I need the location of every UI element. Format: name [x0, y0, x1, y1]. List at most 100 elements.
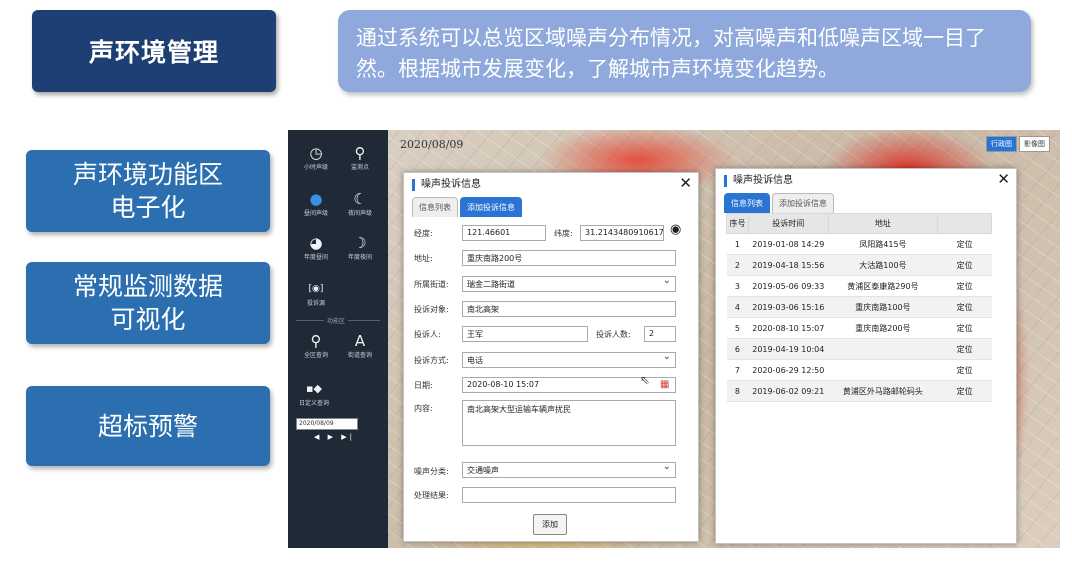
sidebar-item-label: 小时声级 — [303, 164, 328, 171]
locate-link[interactable]: 定位 — [937, 233, 992, 255]
longitude-field[interactable]: 121.46601 — [462, 225, 546, 241]
street-select[interactable]: 瑞金二路街道 — [462, 276, 676, 292]
address-label: 地址: — [414, 254, 433, 263]
row-number: 2 — [726, 254, 749, 276]
row-address: 重庆南路100号 — [828, 296, 938, 318]
sidebar: ◷ 小时声级 ⚲ 监测点 ● 昼间声级 ☾ 夜间声级 ◕ 年度昼间 ☽ 年度夜间 — [288, 130, 388, 548]
area-search-icon: ⚲ — [310, 332, 322, 350]
locate-link[interactable]: 定位 — [937, 275, 992, 297]
row-time: 2020-06-29 12:50 — [748, 359, 829, 381]
row-address: 黄浦区外马路邮轮码头 — [828, 380, 938, 402]
locate-link[interactable]: 定位 — [937, 359, 992, 381]
row-time: 2019-04-19 10:04 — [748, 338, 829, 360]
complainant-label: 投诉人: — [414, 330, 441, 339]
target-field[interactable]: 南北高架 — [462, 301, 676, 317]
row-number: 4 — [726, 296, 749, 318]
sidebar-item-day-level[interactable]: ● 昼间声级 — [292, 190, 340, 217]
row-time: 2019-01-08 14:29 — [748, 233, 829, 255]
feature-line: 超标预警 — [97, 411, 198, 441]
calendar-icon[interactable]: ▦ — [660, 379, 669, 390]
column-header: 地址 — [827, 213, 939, 234]
dialog-tabs: 信息列表 添加投诉信息 — [412, 197, 522, 217]
sidebar-item-label: 监测点 — [350, 164, 369, 171]
close-icon[interactable]: ✕ — [679, 174, 692, 192]
sidebar-item-complaint-source[interactable]: [◉] 投诉源 — [292, 280, 340, 307]
sidebar-item-area-search[interactable]: ⚲ 全区查询 — [292, 332, 340, 359]
feature-line: 常规监测数据 — [72, 272, 223, 301]
street-search-icon: A — [354, 332, 366, 350]
count-field[interactable]: 2 — [644, 326, 676, 342]
method-label: 投诉方式: — [414, 356, 449, 365]
column-header: 序号 — [726, 213, 749, 234]
layer-satellite-button[interactable]: 影像图 — [1019, 136, 1050, 152]
locate-link[interactable]: 定位 — [937, 317, 992, 339]
dialog-tabs: 信息列表 添加投诉信息 — [724, 193, 834, 213]
content-textarea[interactable]: 南北高架大型运输车辆声扰民 — [462, 400, 676, 446]
result-field[interactable] — [462, 487, 676, 503]
sidebar-item-label: 日定义查询 — [298, 400, 329, 407]
sidebar-item-label: 昼间声级 — [303, 210, 328, 217]
table-row[interactable]: 5 2020-08-10 15:07 重庆南路200号 定位 — [726, 317, 992, 339]
sidebar-item-monitor-point[interactable]: ⚲ 监测点 — [336, 144, 384, 171]
table-row[interactable]: 1 2019-01-08 14:29 凤阳路415号 定位 — [726, 233, 992, 255]
custom-query-icon: ▪◆ — [306, 382, 322, 395]
locate-link[interactable]: 定位 — [937, 338, 992, 360]
add-button[interactable]: 添加 — [533, 514, 567, 535]
table-row[interactable]: 3 2019-05-06 09:33 黄浦区泰康路290号 定位 — [726, 275, 992, 297]
feature-card-functional-zone: 声环境功能区 电子化 — [26, 150, 270, 232]
row-number: 7 — [726, 359, 749, 381]
row-time: 2020-08-10 15:07 — [748, 317, 829, 339]
method-select[interactable]: 电话 — [462, 352, 676, 368]
location-pin-icon: ⚲ — [354, 144, 366, 162]
slide-title: 声环境管理 — [32, 10, 276, 92]
latitude-label: 纬度: — [554, 229, 573, 238]
table-row[interactable]: 8 2019-06-02 09:21 黄浦区外马路邮轮码头 定位 — [726, 380, 992, 402]
row-number: 3 — [726, 275, 749, 297]
row-number: 1 — [726, 233, 749, 255]
sidebar-item-label: 年度昼间 — [303, 254, 328, 261]
layer-admin-button[interactable]: 行政图 — [986, 136, 1017, 152]
table-row[interactable]: 7 2020-06-29 12:50 定位 — [726, 359, 992, 381]
latitude-field[interactable]: 31.2143480910617 — [580, 225, 664, 241]
count-label: 投诉人数: — [596, 330, 631, 339]
sidebar-item-label: 投诉源 — [306, 300, 325, 307]
sidebar-item-custom-query[interactable]: ▪◆ 日定义查询 — [290, 380, 338, 407]
slide: 声环境管理 通过系统可以总览区域噪声分布情况，对高噪声和低噪声区域一目了然。根据… — [0, 0, 1072, 567]
sidebar-item-label: 街道查询 — [347, 352, 372, 359]
sidebar-item-annual-day[interactable]: ◕ 年度昼间 — [292, 234, 340, 261]
tab-add-complaint[interactable]: 添加投诉信息 — [772, 193, 834, 213]
target-label: 投诉对象: — [414, 305, 449, 314]
tab-add-complaint[interactable]: 添加投诉信息 — [460, 197, 522, 217]
sidebar-item-street-search[interactable]: A 街道查询 — [336, 332, 384, 359]
sidebar-date-input[interactable]: 2020/08/09 — [296, 418, 358, 430]
locate-link[interactable]: 定位 — [937, 380, 992, 402]
complaint-table: 序号 投诉时间 地址 1 2019-01-08 14:29 凤阳路415号 定位… — [726, 213, 992, 402]
map-layer-switch: 行政图 影像图 — [986, 136, 1050, 152]
address-field[interactable]: 重庆南路200号 — [462, 250, 676, 266]
complainant-field[interactable]: 王军 — [462, 326, 588, 342]
category-select[interactable]: 交通噪声 — [462, 462, 676, 478]
feature-line: 声环境功能区 — [72, 160, 223, 189]
result-label: 处理结果: — [414, 491, 449, 500]
tab-info-list[interactable]: 信息列表 — [412, 197, 458, 217]
column-header — [937, 213, 992, 234]
sidebar-item-label: 年度夜间 — [347, 254, 372, 261]
locate-link[interactable]: 定位 — [937, 296, 992, 318]
sidebar-item-label: 夜间声级 — [347, 210, 372, 217]
table-row[interactable]: 6 2019-04-19 10:04 定位 — [726, 338, 992, 360]
locate-target-icon[interactable]: ◉ — [670, 222, 681, 237]
dialog-title: 噪声投诉信息 — [724, 175, 793, 187]
locate-link[interactable]: 定位 — [937, 254, 992, 276]
row-number: 5 — [726, 317, 749, 339]
close-icon[interactable]: ✕ — [997, 170, 1010, 188]
sidebar-item-night-level[interactable]: ☾ 夜间声级 — [336, 190, 384, 217]
table-row[interactable]: 4 2019-03-06 15:16 重庆南路100号 定位 — [726, 296, 992, 318]
row-address: 大沽路100号 — [828, 254, 938, 276]
table-row[interactable]: 2 2019-04-18 15:56 大沽路100号 定位 — [726, 254, 992, 276]
tab-info-list[interactable]: 信息列表 — [724, 193, 770, 213]
feature-card-monitoring-data: 常规监测数据 可视化 — [26, 262, 270, 344]
complaint-source-icon: [◉] — [308, 284, 324, 294]
playback-controls[interactable]: ◀ ▶ ▶| — [314, 433, 355, 441]
sidebar-item-hourly[interactable]: ◷ 小时声级 — [292, 144, 340, 171]
sidebar-item-annual-night[interactable]: ☽ 年度夜间 — [336, 234, 384, 261]
